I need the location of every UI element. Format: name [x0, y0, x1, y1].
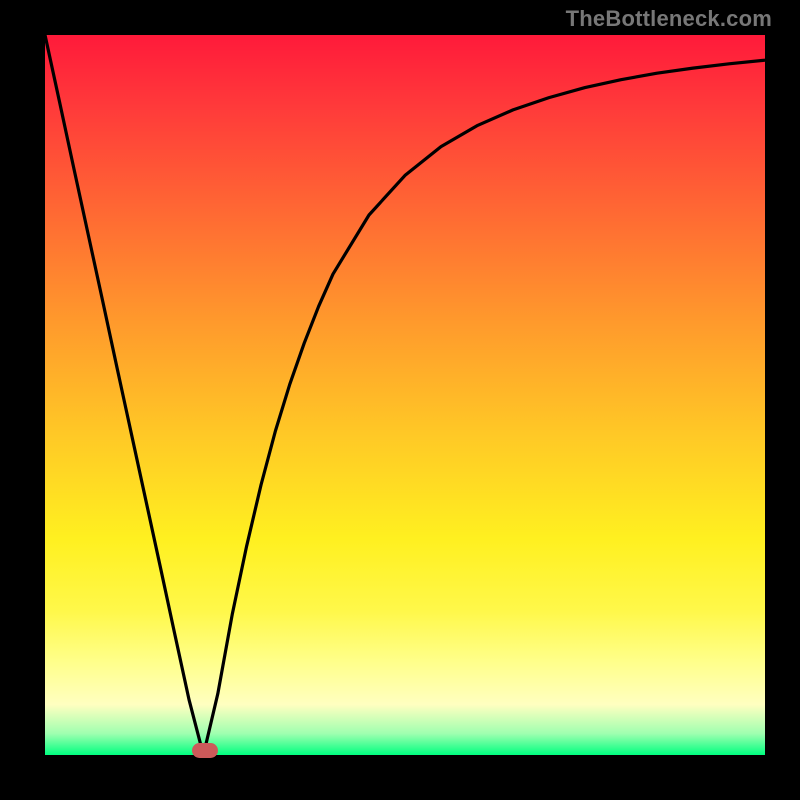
plot-area	[45, 35, 765, 755]
watermark-text: TheBottleneck.com	[566, 6, 772, 32]
chart-frame: TheBottleneck.com	[0, 0, 800, 800]
curve-svg	[45, 35, 765, 755]
optimal-marker	[192, 743, 218, 758]
bottleneck-curve	[45, 35, 765, 755]
